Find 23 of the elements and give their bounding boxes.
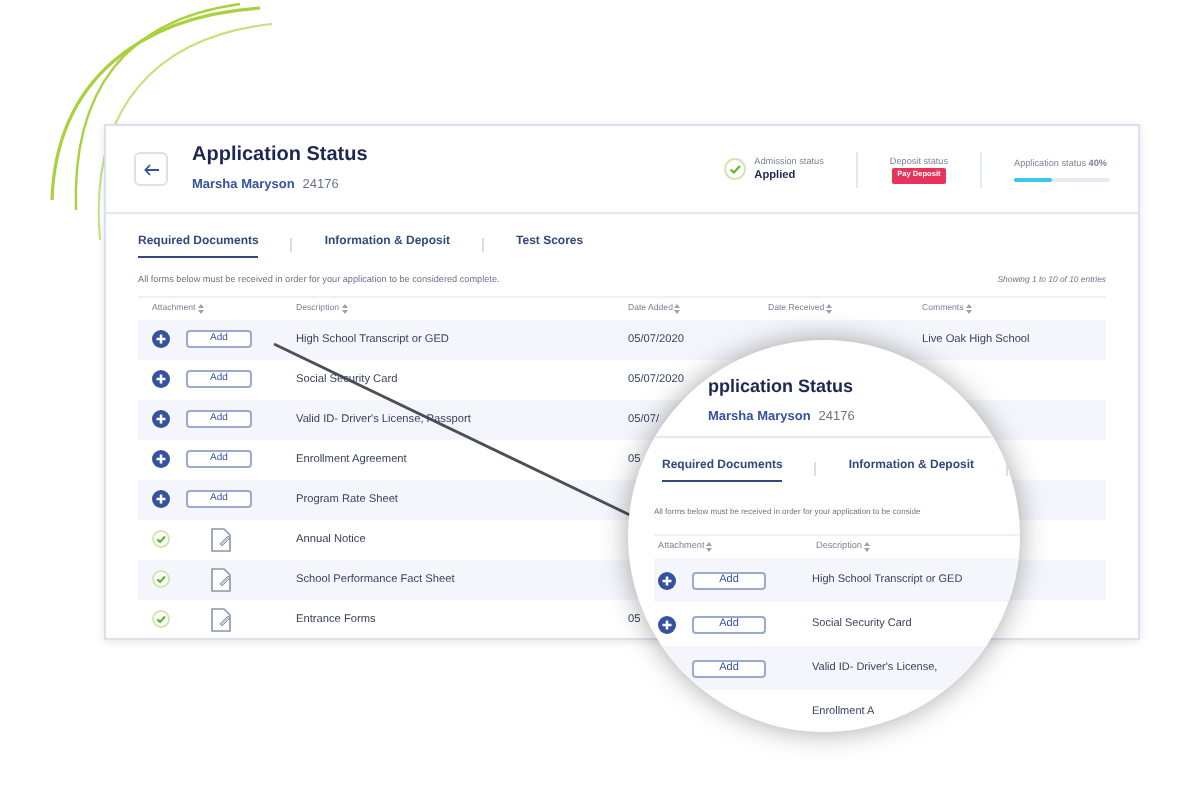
page-title: pplication Status <box>708 376 854 398</box>
plus-icon <box>152 450 170 469</box>
plus-icon <box>152 410 170 429</box>
document-icon <box>210 607 232 632</box>
document-icon <box>210 567 232 592</box>
plus-icon <box>152 370 170 389</box>
sort-icon <box>826 303 833 314</box>
sort-icon <box>706 541 713 552</box>
plus-icon <box>152 490 170 509</box>
check-icon <box>152 570 170 589</box>
check-icon <box>724 157 747 180</box>
plus-icon <box>152 330 170 349</box>
check-icon <box>152 610 170 629</box>
sort-icon <box>965 303 972 314</box>
page-title: Application Status <box>192 143 368 168</box>
back-arrow-icon <box>143 163 159 175</box>
sort-icon <box>197 303 204 314</box>
back-button[interactable] <box>134 152 168 186</box>
sort-icon <box>674 303 681 314</box>
document-icon <box>210 527 232 552</box>
sort-icon <box>863 541 870 552</box>
sort-icon <box>341 303 347 314</box>
check-icon <box>152 530 170 549</box>
